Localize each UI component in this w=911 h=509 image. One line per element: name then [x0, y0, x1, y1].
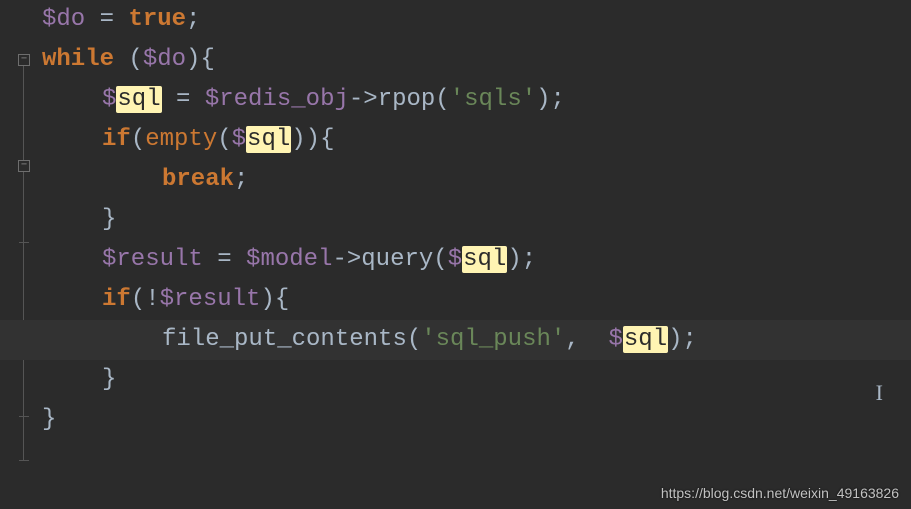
- code-line[interactable]: break;: [42, 160, 911, 200]
- highlight-token: sql: [623, 326, 668, 353]
- gutter: [0, 0, 34, 509]
- keyword-true: true: [128, 6, 186, 33]
- function-call: file_put_contents: [162, 326, 407, 353]
- code-line[interactable]: while ($do){: [42, 40, 911, 80]
- keyword-while: while: [42, 46, 114, 73]
- keyword-break: break: [162, 166, 234, 193]
- code-line[interactable]: $result = $model->query($sql);: [42, 240, 911, 280]
- fold-icon[interactable]: [18, 160, 30, 172]
- variable: $do: [143, 46, 186, 73]
- code-line[interactable]: }: [42, 200, 911, 240]
- code-editor[interactable]: $do = true; while ($do){ $sql = $redis_o…: [0, 0, 911, 509]
- keyword-if: if: [102, 126, 131, 153]
- variable: $model: [246, 246, 332, 273]
- code-line[interactable]: if(empty($sql)){: [42, 120, 911, 160]
- highlight-token: sql: [116, 86, 161, 113]
- function-empty: empty: [145, 126, 217, 153]
- string-literal: sql_push: [436, 326, 551, 353]
- fold-icon[interactable]: [18, 54, 30, 66]
- method-call: rpop: [378, 86, 436, 113]
- variable: $redis_obj: [205, 86, 349, 113]
- code-line[interactable]: $do = true;: [42, 0, 911, 40]
- code-area[interactable]: $do = true; while ($do){ $sql = $redis_o…: [42, 0, 911, 440]
- variable: $do: [42, 6, 85, 33]
- watermark: https://blog.csdn.net/weixin_49163826: [661, 485, 899, 501]
- keyword-if: if: [102, 286, 131, 313]
- highlight-token: sql: [246, 126, 291, 153]
- code-line-active[interactable]: file_put_contents('sql_push', $sql);: [0, 320, 911, 360]
- code-line[interactable]: }: [42, 400, 911, 440]
- method-call: query: [361, 246, 433, 273]
- code-line[interactable]: }: [42, 360, 911, 400]
- text-cursor-icon: I: [876, 380, 883, 406]
- string-literal: sqls: [464, 86, 522, 113]
- code-line[interactable]: $sql = $redis_obj->rpop('sqls');: [42, 80, 911, 120]
- variable: $result: [160, 286, 261, 313]
- highlight-token: sql: [462, 246, 507, 273]
- variable: $result: [102, 246, 203, 273]
- code-line[interactable]: if(!$result){: [42, 280, 911, 320]
